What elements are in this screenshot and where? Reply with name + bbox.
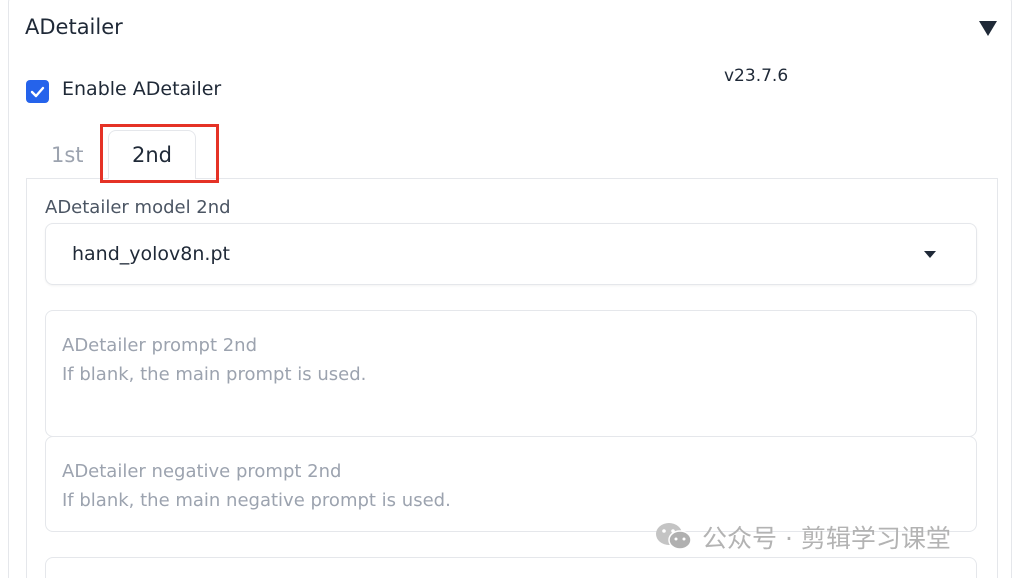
enable-label[interactable]: Enable ADetailer bbox=[62, 78, 221, 100]
watermark-text: 公众号 · 剪辑学习课堂 bbox=[702, 524, 951, 553]
check-icon bbox=[30, 86, 45, 97]
negative-prompt-placeholder: ADetailer negative prompt 2nd If blank, … bbox=[62, 457, 451, 515]
caret-down-icon bbox=[924, 251, 936, 258]
tab-1st[interactable]: 1st bbox=[51, 143, 84, 167]
triangle-down-icon[interactable] bbox=[978, 19, 998, 37]
highlight-box bbox=[100, 124, 219, 183]
model-value: hand_yolov8n.pt bbox=[72, 243, 230, 265]
watermark: 公众号 · 剪辑学习课堂 bbox=[654, 520, 951, 554]
prompt-placeholder: ADetailer prompt 2nd If blank, the main … bbox=[62, 331, 366, 389]
version-text: v23.7.6 bbox=[724, 66, 789, 86]
wechat-icon bbox=[656, 523, 692, 550]
section-title[interactable]: ADetailer bbox=[25, 15, 123, 39]
negative-prompt-placeholder-line1: ADetailer negative prompt 2nd bbox=[62, 461, 342, 482]
next-field[interactable] bbox=[45, 557, 977, 578]
enable-checkbox[interactable] bbox=[26, 80, 49, 103]
model-label: ADetailer model 2nd bbox=[45, 197, 231, 218]
prompt-placeholder-line1: ADetailer prompt 2nd bbox=[62, 335, 258, 356]
negative-prompt-placeholder-line2: If blank, the main negative prompt is us… bbox=[62, 490, 451, 511]
model-select[interactable]: hand_yolov8n.pt bbox=[45, 223, 977, 285]
prompt-placeholder-line2: If blank, the main prompt is used. bbox=[62, 364, 367, 385]
negative-prompt-textarea[interactable]: ADetailer negative prompt 2nd If blank, … bbox=[45, 436, 977, 532]
prompt-textarea[interactable]: ADetailer prompt 2nd If blank, the main … bbox=[45, 310, 977, 437]
